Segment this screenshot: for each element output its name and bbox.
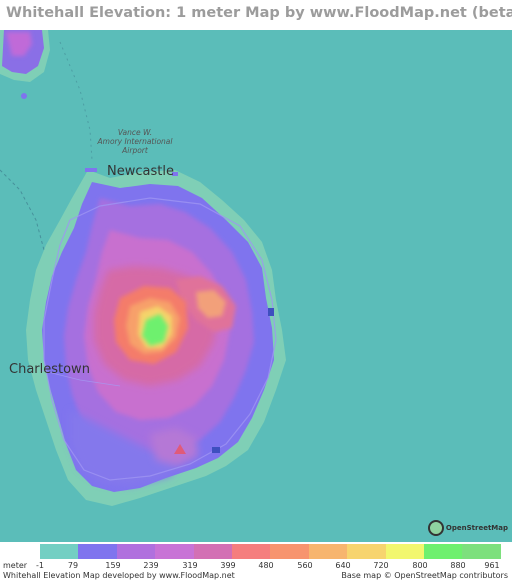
legend-swatch-6 [231, 544, 271, 559]
legend-tick-5: 399 [220, 561, 236, 570]
newcastle-label: Newcastle [107, 164, 174, 179]
legend-tick-12: 961 [484, 561, 500, 570]
legend-tick-10: 800 [412, 561, 428, 570]
legend-tick-9: 720 [373, 561, 389, 570]
legend-tick-3: 239 [143, 561, 159, 570]
legend-tick-2: 159 [105, 561, 121, 570]
airport-label-line3: Airport [122, 146, 148, 155]
islet [21, 93, 27, 99]
legend-tick-0: -1 [36, 561, 44, 570]
legend-tick-7: 560 [297, 561, 313, 570]
airport-strip [85, 168, 97, 172]
legend-swatch-11 [423, 544, 463, 559]
credit-floodmap: Whitehall Elevation Map developed by www… [3, 571, 235, 580]
legend-swatch-1 [40, 544, 79, 559]
airport-label-line2: Amory International [97, 137, 173, 146]
legend-swatch-3 [116, 544, 156, 559]
legend-tick-11: 880 [450, 561, 466, 570]
osm-logo-text: OpenStreetMap [445, 524, 508, 532]
legend-swatch-7 [270, 544, 309, 559]
legend-tick-1: 79 [67, 561, 79, 570]
map-canvas [0, 30, 512, 542]
legend: meter -1 79 159 239 319 399 480 560 640 … [0, 542, 512, 582]
airport-label: Vance W. Amory International Airport [90, 128, 180, 155]
airport-label-line1: Vance W. [117, 128, 153, 137]
legend-swatch-10 [385, 544, 424, 559]
title-bar: Whitehall Elevation: 1 meter Map by www.… [0, 0, 512, 30]
page-title: Whitehall Elevation: 1 meter Map by www.… [6, 5, 512, 21]
legend-tick-4: 319 [182, 561, 198, 570]
legend-swatches [40, 544, 501, 559]
legend-swatch-8 [308, 544, 348, 559]
legend-swatch-4 [155, 544, 194, 559]
legend-swatch-2 [78, 544, 117, 559]
credit-osm: Base map © OpenStreetMap contributors [341, 571, 508, 580]
legend-tick-6: 480 [258, 561, 274, 570]
magnifier-icon [427, 520, 444, 536]
legend-tick-8: 640 [335, 561, 351, 570]
osm-logo[interactable]: OpenStreetMap [427, 520, 508, 536]
legend-unit: meter [3, 561, 28, 570]
charlestown-label: Charlestown [9, 362, 90, 377]
legend-swatch-5 [193, 544, 232, 559]
elevation-map[interactable]: Vance W. Amory International Airport New… [0, 30, 512, 542]
southeast-patch [212, 447, 220, 453]
legend-swatch-9 [347, 544, 386, 559]
east-patch [268, 308, 274, 316]
legend-swatch-12 [462, 544, 501, 559]
